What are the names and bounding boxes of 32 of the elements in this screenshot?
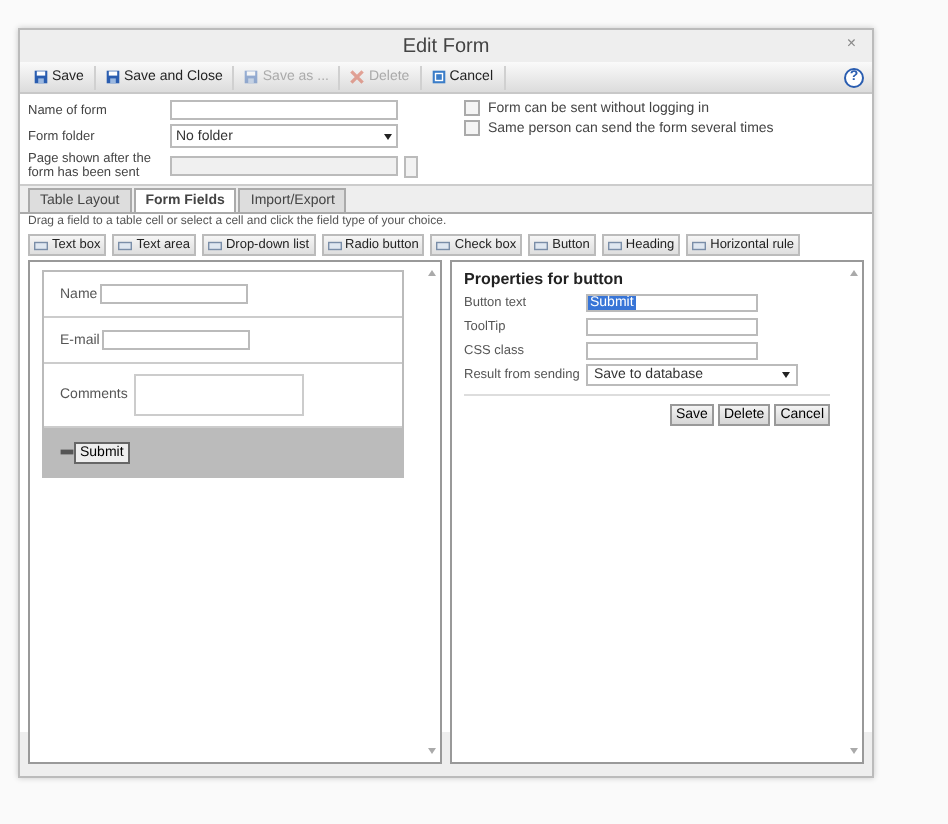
delete-icon [350, 70, 365, 84]
panel-title: Properties for button [464, 270, 626, 288]
field-type-icon [118, 239, 133, 251]
scroll-arrow-icon[interactable] [850, 748, 858, 754]
text-field[interactable] [586, 341, 758, 359]
form-name-field[interactable] [170, 100, 398, 120]
window-title: Edit Form [402, 35, 490, 57]
text-field[interactable] [101, 330, 250, 350]
field-type-icon [34, 239, 48, 251]
cancel-icon [431, 70, 446, 84]
dropdown-arrow-icon [384, 133, 392, 139]
save-icon [34, 70, 48, 84]
scroll-arrow-icon[interactable] [428, 270, 436, 276]
field-type-icon [692, 239, 707, 251]
field-type-icon [534, 239, 549, 251]
save-icon [105, 70, 120, 84]
save-icon [244, 70, 259, 84]
page-field[interactable] [170, 156, 398, 176]
button-icon [60, 448, 74, 456]
checkbox[interactable] [464, 100, 480, 116]
scroll-arrow-icon[interactable] [850, 270, 858, 276]
field-type-icon [207, 239, 222, 251]
dropdown-arrow-icon [782, 371, 790, 377]
checkbox[interactable] [464, 120, 480, 136]
field-type-icon [607, 239, 622, 251]
text-field[interactable] [586, 317, 758, 335]
text-area[interactable] [133, 374, 304, 416]
field-type-icon [327, 239, 342, 251]
browse-button[interactable] [404, 155, 418, 177]
scroll-arrow-icon[interactable] [428, 748, 436, 754]
text-field[interactable] [99, 284, 248, 304]
field-type-icon [436, 239, 451, 251]
